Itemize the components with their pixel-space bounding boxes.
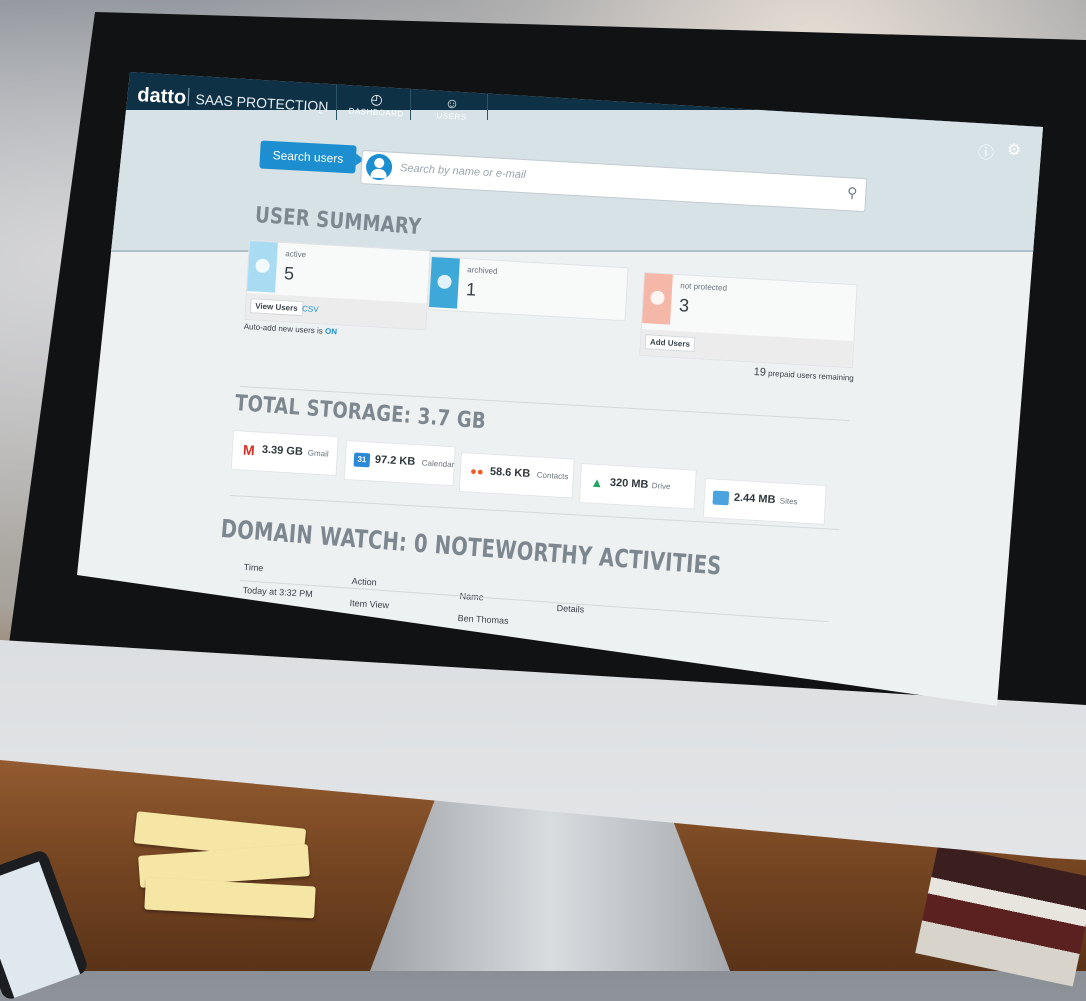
monitor-screen: datto SAAS PROTECTION ⌄ ◴ DASHBOARD ☺ US… [0, 0, 1086, 971]
search-placeholder: Search by name or e-mail [399, 162, 527, 182]
search-users-button[interactable]: Search users [259, 140, 357, 174]
storage-value: 3.39 GB [261, 443, 304, 459]
nav-divider [336, 75, 337, 120]
storage-name: Calendar [421, 458, 455, 470]
tab-users[interactable]: ☺ USERS [436, 95, 467, 122]
storage-drive: ▲ 320 MB Drive [578, 463, 697, 510]
chevron-down-icon[interactable]: ⌄ [317, 106, 325, 117]
card-count: 3 [678, 295, 690, 316]
storage-name: Sites [779, 496, 798, 507]
tab-users-label: USERS [436, 111, 467, 122]
calendar-icon: 31 [353, 452, 371, 468]
storage-value: 58.6 KB [489, 465, 531, 481]
column-header-action: Action [351, 576, 377, 588]
table-header-divider [239, 580, 829, 623]
search-icon[interactable]: ⚲ [847, 184, 858, 202]
storage-sites: 2.44 MB Sites [702, 478, 827, 525]
row-action[interactable]: Item View [349, 598, 389, 610]
csv-link[interactable]: CSV [302, 304, 319, 314]
alert-icon[interactable]: ⓘ [978, 139, 994, 163]
archived-users-card[interactable]: archived 1 [427, 256, 629, 322]
storage-calendar: 31 97.2 KB Calendar [343, 440, 456, 487]
row-time[interactable]: Today at 3:32 PM [242, 585, 313, 599]
card-label: not protected [680, 281, 728, 293]
app-window: datto SAAS PROTECTION ⌄ ◴ DASHBOARD ☺ US… [77, 72, 1043, 706]
card-label: archived [467, 265, 498, 276]
card-label: active [285, 249, 307, 260]
gmail-icon: M [240, 442, 258, 458]
storage-contacts: ●● 58.6 KB Contacts [458, 452, 575, 499]
contacts-icon: ●● [468, 464, 486, 480]
card-count: 1 [465, 279, 477, 300]
storage-gmail: M 3.39 GB Gmail [230, 430, 339, 477]
gear-icon[interactable]: ⚙ [1007, 140, 1021, 160]
not-protected-card[interactable]: not protected 3 Add Users [639, 272, 858, 369]
storage-name: Contacts [536, 470, 569, 482]
card-count: 5 [283, 263, 295, 284]
sites-icon [712, 490, 730, 506]
domain-watch-title: DOMAIN WATCH: 0 NOTEWORTHY ACTIVITIES [219, 514, 723, 581]
brand-logo[interactable]: datto [137, 84, 187, 110]
storage-name: Drive [651, 481, 671, 492]
card-footer: Add Users [640, 328, 854, 368]
storage-value: 320 MB [609, 476, 649, 491]
prepaid-count: 19 [753, 366, 767, 379]
column-header-time: Time [243, 562, 264, 574]
user-icon: ☺ [444, 94, 461, 112]
view-users-button[interactable]: View Users [249, 298, 304, 317]
nav-divider [487, 75, 488, 120]
active-users-card[interactable]: active 5 View Users CSV [244, 240, 431, 331]
tab-dashboard[interactable]: ◴ DASHBOARD [348, 90, 405, 119]
storage-value: 2.44 MB [733, 491, 776, 507]
add-users-button[interactable]: Add Users [644, 334, 696, 353]
auto-add-toggle[interactable]: ON [325, 327, 337, 337]
storage-value: 97.2 KB [374, 453, 416, 469]
auto-add-text: Auto-add new users is [243, 322, 324, 336]
nav-divider [410, 75, 411, 120]
storage-name: Gmail [307, 448, 329, 459]
drive-icon: ▲ [588, 474, 606, 491]
prepaid-users: 19 prepaid users remaining [753, 366, 854, 384]
prepaid-text: prepaid users remaining [767, 368, 855, 383]
row-name[interactable]: Ben Thomas [457, 613, 508, 626]
user-avatar-icon [365, 153, 393, 181]
dashboard-gauge-icon: ◴ [370, 90, 384, 108]
